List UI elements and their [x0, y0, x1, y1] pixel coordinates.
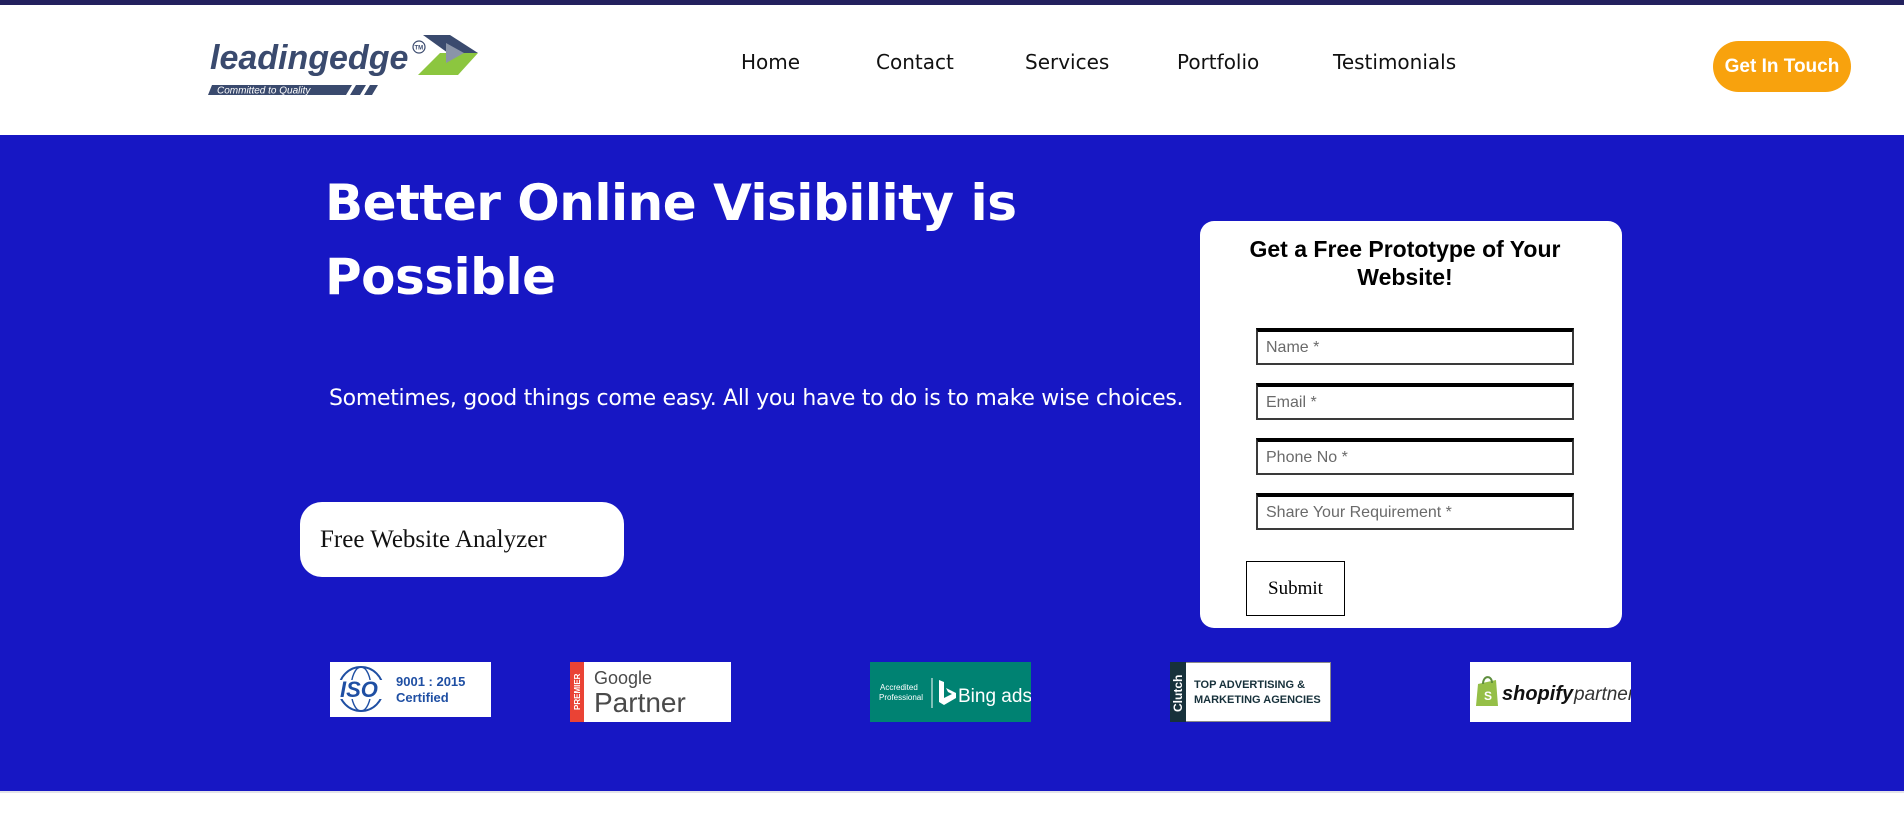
email-field[interactable] — [1256, 383, 1574, 420]
google-partner-badge: PREMIER Google Partner — [570, 662, 731, 722]
name-field[interactable] — [1256, 328, 1574, 365]
clutch-badge: Clutch TOP ADVERTISING & MARKETING AGENC… — [1170, 662, 1331, 722]
nav-contact[interactable]: Contact — [876, 50, 954, 74]
bing-ads-badge: Accredited Professional Bing ads — [870, 662, 1031, 722]
clutch-side-label: Clutch — [1171, 675, 1185, 712]
iso-certified-text: Certified — [396, 690, 449, 705]
google-partner-text: Partner — [594, 687, 686, 718]
phone-field[interactable] — [1256, 438, 1574, 475]
nav-services[interactable]: Services — [1025, 50, 1109, 74]
hero-headline: Better Online Visibility is Possible — [325, 174, 1017, 306]
nav-home[interactable]: Home — [741, 50, 800, 74]
form-title: Get a Free Prototype of Your Website! — [1249, 236, 1561, 290]
nav-testimonials[interactable]: Testimonials — [1333, 50, 1456, 74]
iso-certified-badge: ISO 9001 : 2015 Certified — [330, 662, 491, 717]
hero-tagline: Sometimes, good things come easy. All yo… — [329, 386, 1184, 411]
submit-button[interactable]: Submit — [1246, 561, 1345, 616]
shopify-partner-text: partner — [1573, 684, 1631, 705]
nav-portfolio[interactable]: Portfolio — [1177, 50, 1259, 74]
bing-ads-text: Bing ads — [958, 686, 1031, 707]
shopify-wordmark: shopify — [1502, 683, 1574, 705]
google-wordmark: Google — [594, 668, 652, 688]
shopify-partner-badge: S shopify partner — [1470, 662, 1631, 722]
prototype-form: Get a Free Prototype of Your Website! Su… — [1200, 221, 1622, 628]
requirement-field[interactable] — [1256, 493, 1574, 530]
logo-tagline: Committed to Quality — [217, 86, 311, 97]
free-website-analyzer-button[interactable]: Free Website Analyzer — [300, 502, 624, 577]
svg-text:S: S — [1484, 689, 1492, 703]
hero-section: Better Online Visibility is Possible Som… — [0, 135, 1904, 791]
get-in-touch-button[interactable]: Get In Touch — [1713, 41, 1851, 92]
google-premier-ribbon: PREMIER — [573, 673, 582, 710]
clutch-line1: TOP ADVERTISING & — [1194, 679, 1305, 691]
clutch-line2: MARKETING AGENCIES — [1194, 694, 1321, 706]
logo-wordmark: leadingedge — [210, 39, 408, 77]
bing-accredited-text: Accredited — [880, 683, 918, 692]
logo-trademark: TM — [415, 46, 424, 52]
iso-mark: ISO — [340, 677, 378, 702]
bing-professional-text: Professional — [879, 693, 923, 702]
leadingedge-logo[interactable]: leadingedge TM Committed to Quality — [208, 33, 480, 101]
iso-standard: 9001 : 2015 — [396, 674, 465, 689]
section-divider — [0, 791, 1904, 793]
site-header: leadingedge TM Committed to Quality Home… — [0, 5, 1904, 135]
